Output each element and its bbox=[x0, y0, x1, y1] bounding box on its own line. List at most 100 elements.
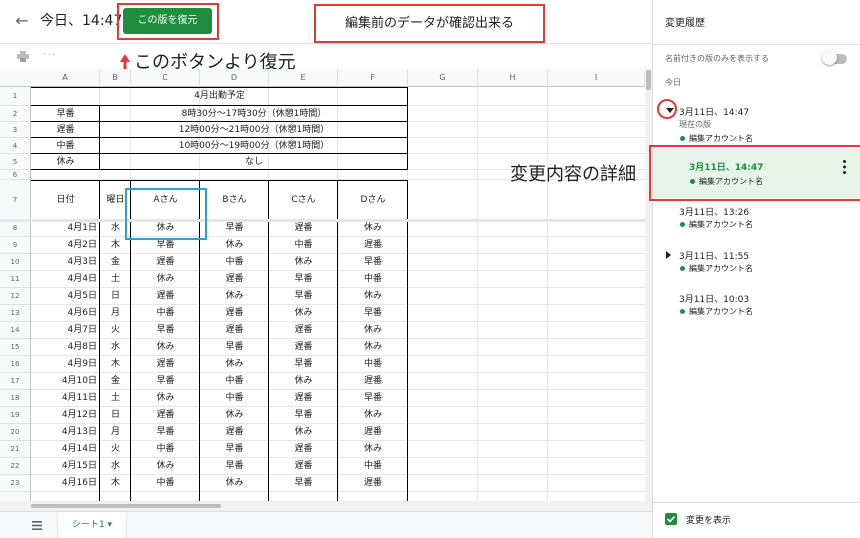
sheets-list-icon[interactable] bbox=[32, 521, 42, 530]
shift-cell[interactable]: 休み bbox=[269, 305, 338, 322]
shift-cell[interactable]: 休み bbox=[131, 458, 200, 475]
date-cell[interactable]: 4月8日 bbox=[31, 339, 100, 356]
shift-name-cell[interactable]: 中番 bbox=[31, 138, 100, 154]
shift-cell[interactable]: 休み bbox=[200, 407, 269, 424]
shift-cell[interactable]: 遅番 bbox=[131, 288, 200, 305]
weekday-cell[interactable]: 火 bbox=[100, 441, 131, 458]
date-cell[interactable]: 4月4日 bbox=[31, 271, 100, 288]
date-cell[interactable]: 4月13日 bbox=[31, 424, 100, 441]
weekday-cell[interactable]: 月 bbox=[100, 424, 131, 441]
shift-cell[interactable]: 休み bbox=[338, 288, 408, 305]
date-cell[interactable]: 4月10日 bbox=[31, 373, 100, 390]
version-item[interactable]: 3月11日、14:47 現在の版 編集アカウント名 bbox=[653, 96, 860, 146]
sheet-title-cell[interactable]: 4月出勤予定 bbox=[31, 87, 408, 106]
shift-cell[interactable]: 遅番 bbox=[269, 220, 338, 237]
shift-cell[interactable]: 中番 bbox=[338, 356, 408, 373]
shift-cell[interactable]: 休み bbox=[338, 339, 408, 356]
shift-cell[interactable]: 遅番 bbox=[200, 322, 269, 339]
shift-cell[interactable]: 遅番 bbox=[200, 424, 269, 441]
shift-cell[interactable]: 早番 bbox=[269, 271, 338, 288]
date-cell[interactable]: 4月2日 bbox=[31, 237, 100, 254]
row-header[interactable]: 8 bbox=[0, 220, 30, 237]
column-header[interactable]: A bbox=[31, 69, 100, 87]
shift-cell[interactable]: 中番 bbox=[131, 475, 200, 492]
shift-time-cell[interactable]: 8時30分～17時30分（休憩1時間） bbox=[100, 106, 408, 122]
column-header[interactable]: E bbox=[269, 69, 338, 87]
vertical-scroll-thumb[interactable] bbox=[646, 70, 651, 90]
shift-cell[interactable]: 中番 bbox=[200, 373, 269, 390]
shift-cell[interactable]: 休み bbox=[200, 237, 269, 254]
shift-cell[interactable]: 休み bbox=[269, 424, 338, 441]
shift-cell[interactable]: 中番 bbox=[131, 305, 200, 322]
schedule-header-cell[interactable]: Bさん bbox=[200, 180, 269, 220]
shift-cell[interactable]: 早番 bbox=[131, 424, 200, 441]
shift-cell[interactable]: 早番 bbox=[131, 373, 200, 390]
date-cell[interactable]: 4月15日 bbox=[31, 458, 100, 475]
row-header[interactable]: 15 bbox=[0, 339, 30, 356]
shift-cell[interactable]: 早番 bbox=[338, 305, 408, 322]
more-options-icon[interactable]: ··· bbox=[43, 48, 57, 61]
shift-name-cell[interactable]: 早番 bbox=[31, 106, 100, 122]
shift-cell[interactable]: 中番 bbox=[200, 254, 269, 271]
shift-cell[interactable]: 休み bbox=[200, 356, 269, 373]
shift-cell[interactable]: 早番 bbox=[338, 390, 408, 407]
print-icon[interactable] bbox=[17, 51, 29, 62]
weekday-cell[interactable]: 金 bbox=[100, 373, 131, 390]
shift-cell[interactable]: 休み bbox=[131, 339, 200, 356]
shift-cell[interactable]: 遅番 bbox=[269, 339, 338, 356]
shift-cell[interactable]: 遅番 bbox=[200, 305, 269, 322]
date-cell[interactable]: 4月16日 bbox=[31, 475, 100, 492]
row-header[interactable]: 22 bbox=[0, 458, 30, 475]
column-header[interactable]: C bbox=[131, 69, 200, 87]
row-header[interactable]: 11 bbox=[0, 271, 30, 288]
weekday-cell[interactable]: 日 bbox=[100, 288, 131, 305]
date-cell[interactable]: 4月12日 bbox=[31, 407, 100, 424]
weekday-cell[interactable]: 土 bbox=[100, 271, 131, 288]
row-header[interactable]: 7 bbox=[0, 180, 30, 220]
sheet-tab[interactable]: シート1 ▾ bbox=[58, 512, 126, 538]
column-header[interactable]: G bbox=[408, 69, 478, 87]
shift-cell[interactable]: 休み bbox=[338, 441, 408, 458]
row-header[interactable]: 10 bbox=[0, 254, 30, 271]
shift-cell[interactable]: 遅番 bbox=[269, 322, 338, 339]
weekday-cell[interactable]: 月 bbox=[100, 305, 131, 322]
row-header[interactable]: 18 bbox=[0, 390, 30, 407]
row-header[interactable]: 3 bbox=[0, 122, 30, 138]
date-cell[interactable]: 4月1日 bbox=[31, 220, 100, 237]
shift-cell[interactable]: 休み bbox=[338, 322, 408, 339]
shift-name-cell[interactable]: 遅番 bbox=[31, 122, 100, 138]
shift-cell[interactable]: 早番 bbox=[200, 220, 269, 237]
weekday-cell[interactable]: 水 bbox=[100, 458, 131, 475]
shift-cell[interactable]: 中番 bbox=[338, 458, 408, 475]
caret-right-icon[interactable] bbox=[666, 251, 671, 259]
shift-cell[interactable]: 遅番 bbox=[338, 373, 408, 390]
date-cell[interactable]: 4月3日 bbox=[31, 254, 100, 271]
shift-cell[interactable]: 遅番 bbox=[269, 441, 338, 458]
column-header[interactable]: F bbox=[338, 69, 408, 87]
shift-cell[interactable]: 早番 bbox=[269, 407, 338, 424]
shift-cell[interactable]: 休み bbox=[200, 288, 269, 305]
date-cell[interactable]: 4月11日 bbox=[31, 390, 100, 407]
row-header[interactable]: 21 bbox=[0, 441, 30, 458]
shift-name-cell[interactable]: 休み bbox=[31, 154, 100, 170]
named-versions-toggle-knob[interactable] bbox=[822, 50, 837, 65]
weekday-cell[interactable]: 日 bbox=[100, 407, 131, 424]
row-header[interactable]: 19 bbox=[0, 407, 30, 424]
row-header[interactable]: 23 bbox=[0, 475, 30, 492]
shift-cell[interactable]: 休み bbox=[131, 271, 200, 288]
shift-cell[interactable]: 遅番 bbox=[338, 424, 408, 441]
column-header[interactable]: H bbox=[478, 69, 548, 87]
vertical-scrollbar[interactable] bbox=[645, 69, 652, 501]
schedule-header-cell[interactable]: 日付 bbox=[31, 180, 100, 220]
version-item[interactable]: 3月11日、13:26 編集アカウント名 bbox=[653, 200, 860, 240]
checkbox-checked-icon[interactable] bbox=[665, 513, 677, 525]
shift-cell[interactable]: 休み bbox=[269, 373, 338, 390]
shift-cell[interactable]: 休み bbox=[338, 407, 408, 424]
date-cell[interactable]: 4月7日 bbox=[31, 322, 100, 339]
shift-cell[interactable]: 遅番 bbox=[200, 271, 269, 288]
row-header[interactable]: 1 bbox=[0, 87, 30, 106]
row-header[interactable]: 5 bbox=[0, 154, 30, 170]
date-cell[interactable]: 4月5日 bbox=[31, 288, 100, 305]
back-arrow-icon[interactable]: ← bbox=[12, 11, 32, 31]
shift-cell[interactable]: 中番 bbox=[200, 390, 269, 407]
